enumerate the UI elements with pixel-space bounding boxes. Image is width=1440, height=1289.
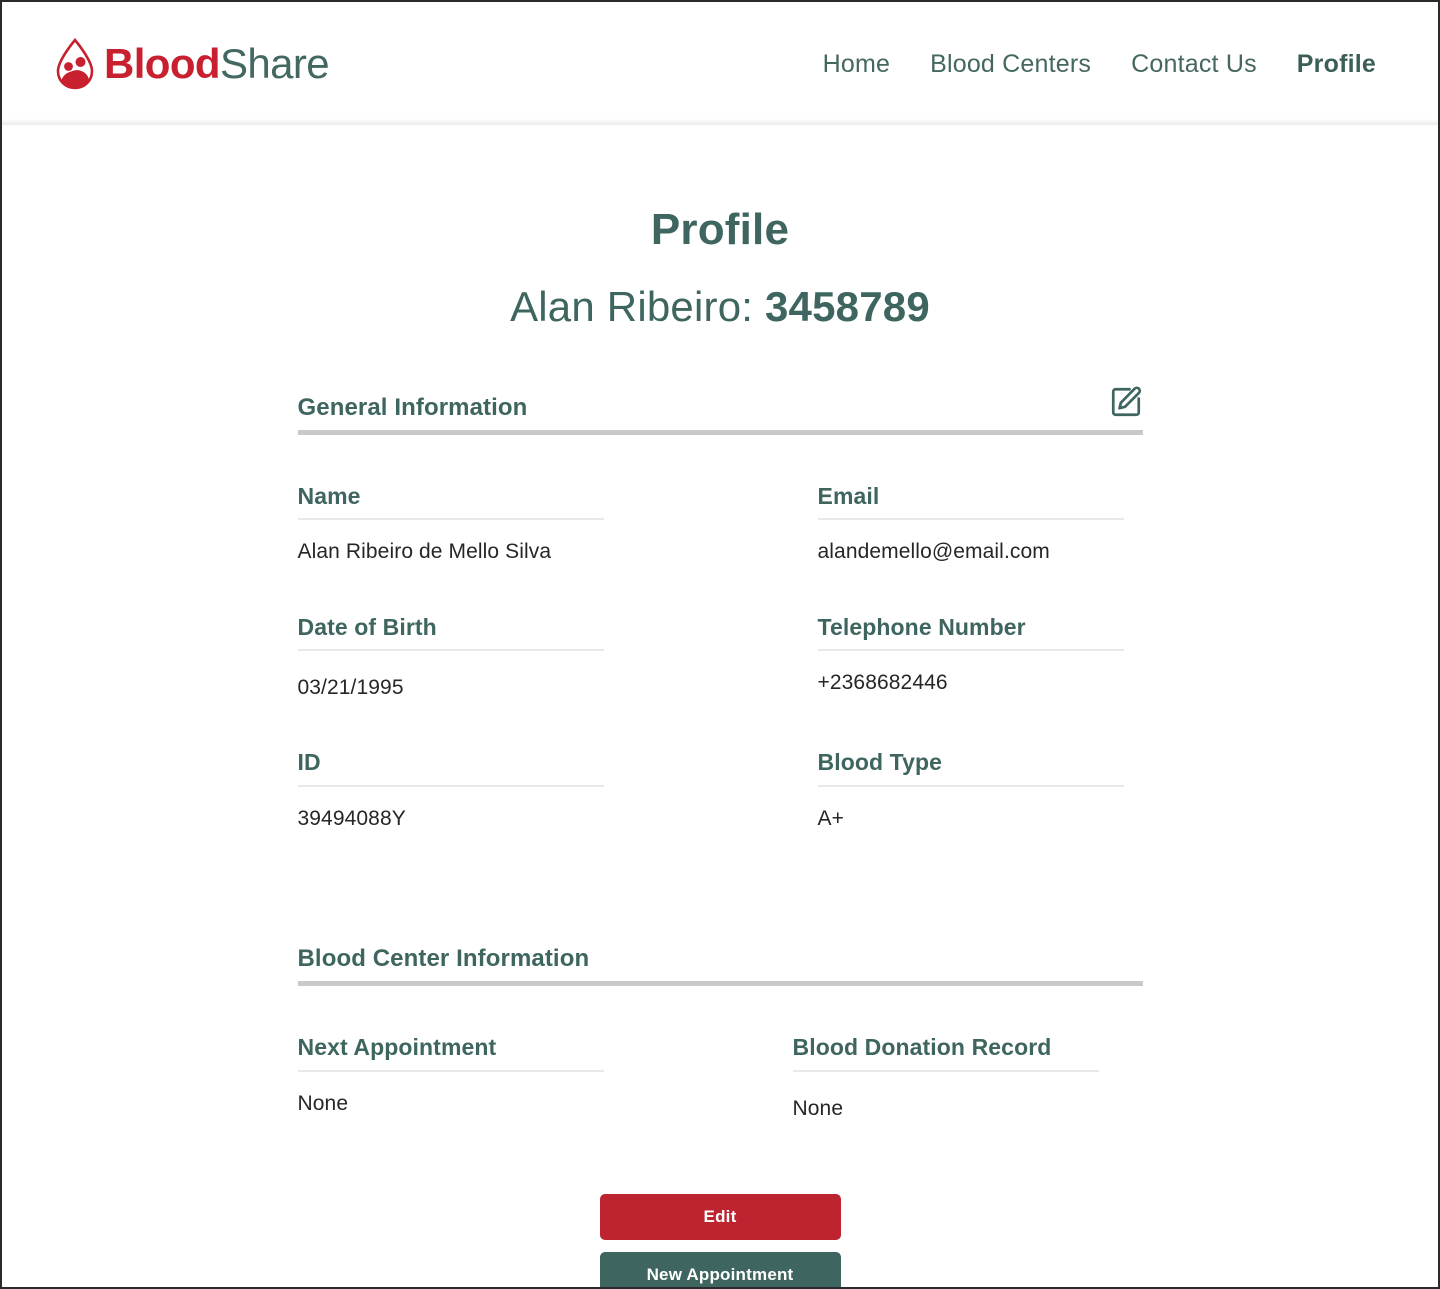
section-blood-center-header: Blood Center Information (297, 945, 1143, 973)
edit-button[interactable]: Edit (599, 1194, 841, 1241)
field-id-label: ID (297, 749, 321, 776)
brand-logo-link[interactable]: BloodShare (52, 37, 330, 90)
nav-item-blood-centers[interactable]: Blood Centers (930, 51, 1091, 77)
blood-center-fields-grid: Next Appointment None Blood Donation Rec… (297, 986, 1143, 1122)
field-name: Name Alan Ribeiro de Mello Silva (297, 435, 818, 566)
field-blood-donation-record-label: Blood Donation Record (792, 1034, 1052, 1061)
brand-wordmark-secondary: Share (219, 40, 330, 87)
field-next-appointment-value: None (297, 1091, 349, 1115)
sections-spacer (298, 832, 1143, 946)
section-blood-center-title: Blood Center Information (297, 945, 590, 973)
field-email: Email alandemello@email.com (817, 435, 1143, 566)
brand-wordmark-primary: Blood (104, 40, 221, 87)
profile-user-id: 3458789 (765, 283, 930, 330)
brand-wordmark: BloodShare (104, 40, 330, 87)
field-telephone-number: Telephone Number +2368682446 (817, 566, 1143, 702)
nav-item-contact-us[interactable]: Contact Us (1131, 51, 1257, 77)
nav-item-profile[interactable]: Profile (1297, 51, 1376, 77)
page-title: Profile (650, 205, 790, 254)
field-id-value: 39494088Y (297, 806, 406, 830)
section-blood-center-information: Blood Center Information Next Appointmen… (297, 945, 1143, 1122)
field-date-of-birth-value: 03/21/1995 (297, 676, 404, 700)
section-general-information: General Information Name Alan Ribeiro de… (297, 385, 1143, 832)
field-next-appointment-label: Next Appointment (297, 1034, 497, 1061)
field-id: ID 39494088Y (297, 701, 818, 832)
field-blood-donation-record: Blood Donation Record None (792, 986, 1143, 1122)
section-general-header: General Information (298, 385, 1143, 421)
field-name-value: Alan Ribeiro de Mello Silva (297, 540, 552, 564)
field-date-of-birth: Date of Birth 03/21/1995 (297, 566, 818, 702)
field-blood-donation-record-value: None (792, 1096, 844, 1120)
field-telephone-number-label: Telephone Number (817, 613, 1026, 640)
blood-drop-people-icon (52, 37, 98, 90)
profile-user-name: Alan Ribeiro: (510, 283, 765, 330)
section-general-title: General Information (297, 393, 528, 421)
site-header: BloodShare Home Blood Centers Contact Us… (2, 2, 1438, 126)
field-date-of-birth-label: Date of Birth (297, 613, 437, 640)
field-email-label: Email (817, 483, 880, 509)
field-blood-type: Blood Type A+ (817, 701, 1143, 832)
field-blood-type-value: A+ (817, 806, 844, 830)
profile-subtitle: Alan Ribeiro: 3458789 (2, 255, 1438, 331)
field-email-value: alandemello@email.com (817, 540, 1050, 564)
field-telephone-number-value: +2368682446 (817, 671, 948, 695)
main-navigation: Home Blood Centers Contact Us Profile (823, 51, 1402, 77)
field-name-label: Name (297, 483, 361, 509)
profile-actions: Edit New Appointment (298, 1122, 1143, 1287)
field-blood-type-label: Blood Type (817, 749, 943, 776)
new-appointment-button[interactable]: New Appointment (599, 1252, 841, 1287)
nav-item-home[interactable]: Home (823, 51, 891, 77)
app-viewport: BloodShare Home Blood Centers Contact Us… (0, 0, 1440, 1289)
field-next-appointment: Next Appointment None (297, 986, 793, 1122)
profile-content: General Information Name Alan Ribeiro de… (297, 331, 1143, 1287)
square-pen-icon[interactable] (1109, 385, 1143, 419)
general-fields-grid: Name Alan Ribeiro de Mello Silva Email a… (297, 435, 1143, 832)
